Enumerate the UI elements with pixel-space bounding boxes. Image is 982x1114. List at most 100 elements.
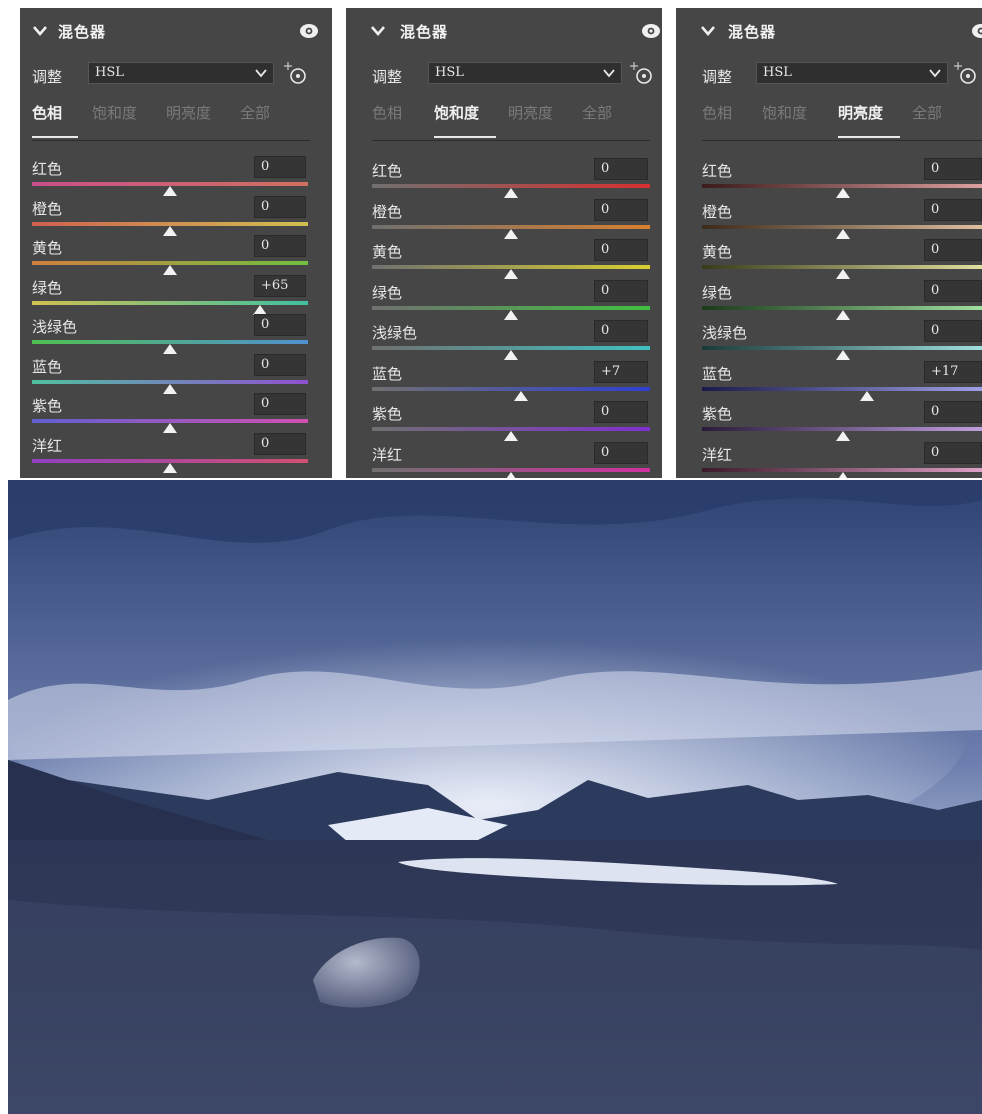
- target-adjustment-icon[interactable]: [282, 60, 308, 86]
- slider-thumb[interactable]: [163, 423, 177, 433]
- tab-saturation[interactable]: 饱和度: [434, 102, 479, 123]
- value-input[interactable]: 0: [924, 320, 982, 342]
- slider-thumb[interactable]: [836, 188, 850, 198]
- value-text: 0: [931, 444, 940, 460]
- slider-thumb[interactable]: [836, 269, 850, 279]
- panel-top-border: [346, 0, 662, 8]
- slider-thumb[interactable]: [836, 228, 850, 239]
- value-text: 0: [261, 159, 270, 174]
- slider-thumb[interactable]: [163, 462, 177, 473]
- value-input[interactable]: 0: [594, 441, 648, 464]
- value-input[interactable]: 0: [594, 320, 648, 342]
- panel-header[interactable]: 混色器: [676, 22, 982, 46]
- adjust-row: 调整 HSL: [676, 62, 982, 88]
- tab-saturation[interactable]: 饱和度: [92, 102, 137, 123]
- value-input[interactable]: 0: [594, 158, 648, 180]
- chevron-down-icon[interactable]: [700, 22, 716, 40]
- value-input[interactable]: 0: [594, 401, 648, 423]
- slider-thumb[interactable]: [836, 309, 850, 320]
- value-text: 0: [601, 323, 610, 338]
- value-input[interactable]: 0: [924, 401, 982, 423]
- color-label: 洋红: [702, 445, 733, 464]
- value-input[interactable]: 0: [254, 353, 306, 376]
- color-label: 黄色: [372, 243, 403, 261]
- target-adjustment-icon[interactable]: [628, 60, 654, 86]
- tab-hue[interactable]: 色相: [32, 102, 62, 123]
- target-adjustment-icon[interactable]: [952, 60, 978, 86]
- hsl-panel-saturation: 混色器 调整 HSL 色相 饱和度 明亮度 全部 红色 0 橙色 0 黄色 0 绿色 0 浅绿色…: [346, 0, 662, 478]
- value-input[interactable]: 0: [254, 195, 306, 218]
- chevron-down-icon[interactable]: [32, 22, 48, 40]
- eye-icon[interactable]: [298, 21, 320, 41]
- tab-all[interactable]: 全部: [912, 102, 942, 123]
- value-input[interactable]: 0: [254, 314, 306, 336]
- color-slider-row: 绿色 +65: [20, 274, 332, 315]
- tab-hue[interactable]: 色相: [372, 102, 402, 123]
- color-slider-row: 紫色 0: [676, 401, 982, 441]
- slider-thumb[interactable]: [504, 228, 518, 239]
- color-slider-row: 红色 0: [676, 158, 982, 198]
- slider-thumb[interactable]: [504, 350, 518, 360]
- slider-thumb[interactable]: [252, 304, 267, 315]
- chevron-down-icon[interactable]: [370, 22, 386, 40]
- panel-header[interactable]: 混色器: [20, 22, 332, 46]
- color-slider-row: 红色 0: [346, 158, 662, 198]
- value-text: 0: [601, 161, 610, 176]
- tab-luminance[interactable]: 明亮度: [166, 102, 211, 123]
- tab-luminance[interactable]: 明亮度: [838, 102, 883, 123]
- adjust-label: 调整: [32, 68, 63, 86]
- slider-thumb[interactable]: [504, 471, 518, 479]
- tab-divider: [32, 140, 310, 141]
- slider-thumb[interactable]: [836, 350, 850, 360]
- value-input[interactable]: 0: [924, 198, 982, 221]
- value-input[interactable]: 0: [254, 156, 306, 178]
- value-input[interactable]: 0: [254, 235, 306, 257]
- slider-track[interactable]: [702, 386, 982, 391]
- value-input[interactable]: 0: [254, 393, 306, 415]
- adjust-mode-select[interactable]: HSL: [88, 62, 274, 84]
- value-input[interactable]: 0: [924, 441, 982, 464]
- value-input[interactable]: 0: [254, 432, 306, 455]
- eye-icon[interactable]: [970, 21, 982, 41]
- color-label: 蓝色: [702, 364, 733, 383]
- adjust-mode-select[interactable]: HSL: [428, 62, 622, 84]
- eye-icon[interactable]: [640, 21, 662, 41]
- adjust-mode-value: HSL: [435, 65, 464, 80]
- value-input[interactable]: 0: [924, 158, 982, 180]
- slider-thumb[interactable]: [859, 390, 874, 401]
- slider-thumb[interactable]: [836, 431, 850, 441]
- slider-thumb[interactable]: [163, 383, 177, 394]
- value-input[interactable]: 0: [924, 279, 982, 302]
- tab-luminance[interactable]: 明亮度: [508, 102, 553, 123]
- color-slider-row: 蓝色 +17: [676, 360, 982, 401]
- slider-track[interactable]: [372, 386, 650, 391]
- slider-thumb[interactable]: [504, 431, 518, 441]
- tab-hue[interactable]: 色相: [702, 102, 732, 123]
- value-input[interactable]: 0: [594, 239, 648, 261]
- value-input[interactable]: 0: [594, 279, 648, 302]
- slider-thumb[interactable]: [163, 225, 177, 236]
- slider-thumb[interactable]: [504, 309, 518, 320]
- tab-all[interactable]: 全部: [240, 102, 270, 123]
- hsl-tabs: 色相 饱和度 明亮度 全部: [20, 102, 332, 142]
- slider-thumb[interactable]: [163, 265, 177, 275]
- tab-saturation[interactable]: 饱和度: [762, 102, 807, 123]
- panel-header[interactable]: 混色器: [346, 22, 662, 46]
- active-tab-indicator: [434, 136, 496, 138]
- value-input[interactable]: 0: [594, 198, 648, 221]
- slider-thumb[interactable]: [504, 188, 518, 198]
- slider-thumb[interactable]: [513, 390, 528, 401]
- value-input[interactable]: +65: [254, 274, 306, 297]
- slider-thumb[interactable]: [836, 471, 850, 479]
- slider-thumb[interactable]: [504, 269, 518, 279]
- value-input[interactable]: 0: [924, 239, 982, 261]
- adjust-mode-select[interactable]: HSL: [756, 62, 948, 84]
- adjust-label: 调整: [702, 68, 733, 86]
- value-text: 0: [931, 282, 940, 298]
- value-text: 0: [261, 198, 270, 214]
- slider-thumb[interactable]: [163, 186, 177, 196]
- value-input[interactable]: +7: [594, 360, 648, 383]
- tab-all[interactable]: 全部: [582, 102, 612, 123]
- slider-thumb[interactable]: [163, 344, 177, 354]
- value-input[interactable]: +17: [924, 360, 982, 383]
